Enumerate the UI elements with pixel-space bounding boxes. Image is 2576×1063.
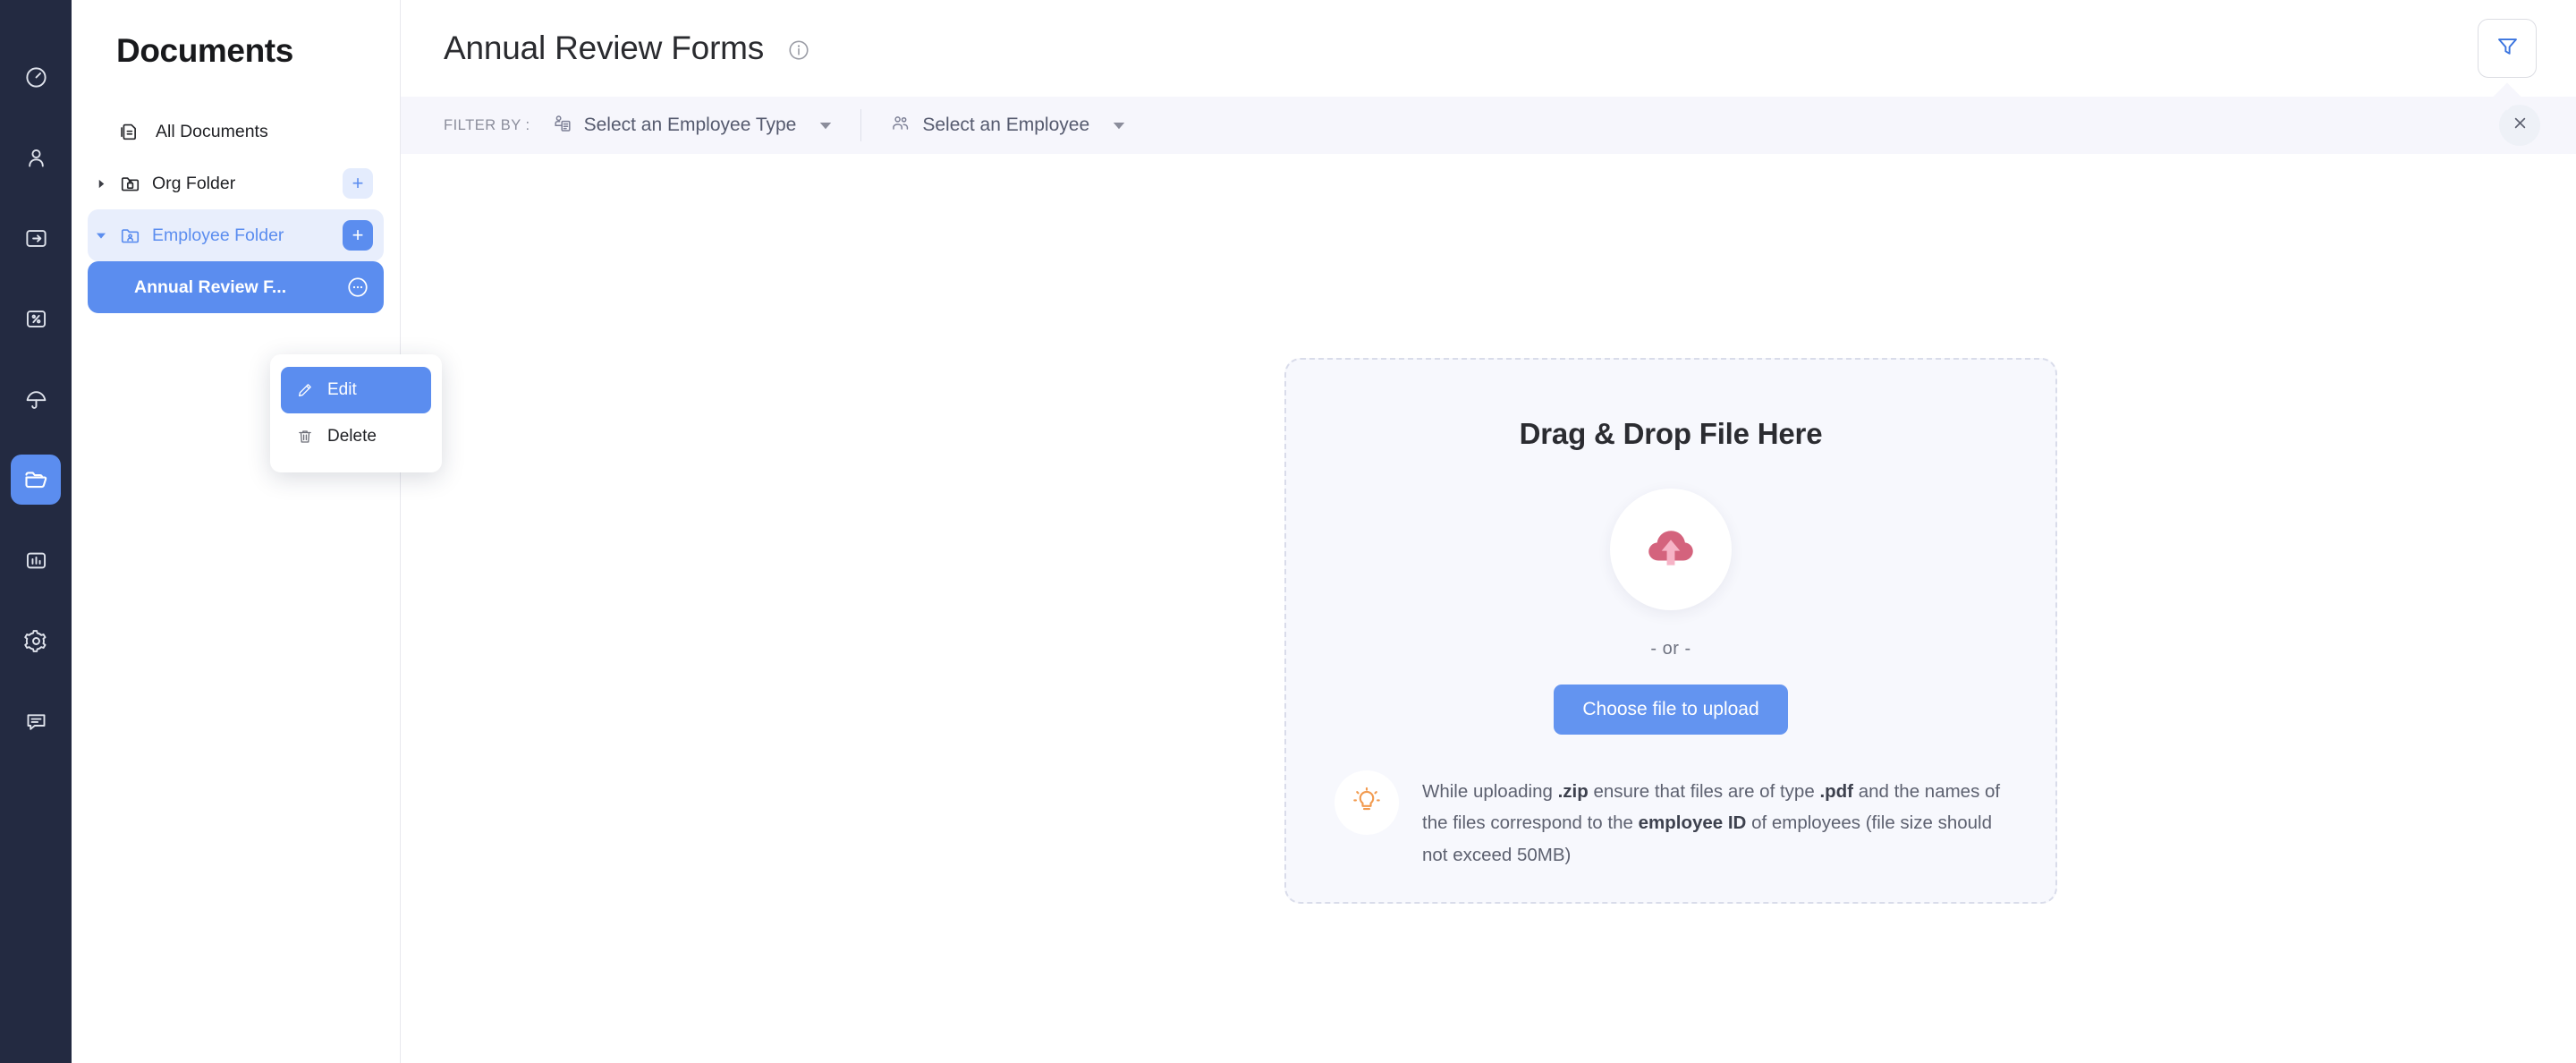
page-title-text: Annual Review Forms [444,30,764,66]
rail-item-documents[interactable] [11,455,61,505]
add-subfolder-button[interactable]: + [343,168,373,199]
sidebar-item-label: Annual Review F... [114,277,343,298]
context-menu-item-delete[interactable]: Delete [281,413,431,460]
upload-hint-text: While uploading .zip ensure that files a… [1422,776,2009,871]
hint-bold-employee-id: employee ID [1639,812,1747,833]
or-separator-label: - or - [1650,639,1690,659]
context-menu-item-label: Edit [327,380,357,400]
upload-hint: While uploading .zip ensure that files a… [1286,776,2055,871]
employee-type-value: Select an Employee Type [584,115,797,136]
rail-item-benefits[interactable] [11,374,61,424]
add-subfolder-button[interactable]: + [343,220,373,251]
reports-icon [24,549,48,573]
employees-group-icon [890,113,911,139]
context-menu-item-label: Delete [327,427,377,446]
lightbulb-badge [1335,770,1399,835]
sidebar-item-label: All Documents [156,122,373,142]
app-root: Documents All Documents [0,0,2576,1063]
filter-bar: FILTER BY : Select an Employee Type [401,97,2576,154]
folder-org-icon [114,173,145,195]
employee-type-icon [552,113,573,139]
rail-item-settings[interactable] [11,616,61,666]
folder-more-options-button[interactable] [343,272,373,302]
sidebar-item-org-folder[interactable]: Org Folder + [88,157,384,209]
cloud-upload-icon [1641,518,1700,582]
pencil-icon [295,381,315,399]
hint-bold-zip: .zip [1558,781,1589,802]
folder-context-menu: Edit Delete [270,354,442,472]
benefits-icon [24,387,48,412]
content-area: Drag & Drop File Here - or - Choose file… [401,154,2576,1063]
gear-icon [24,629,48,653]
filter-toggle-button[interactable] [2478,19,2537,78]
cloud-upload-badge [1610,489,1732,610]
hint-part-2: ensure that files are of type [1589,781,1820,802]
trash-icon [295,428,315,446]
chevron-down-icon[interactable] [819,120,832,132]
chevron-down-icon[interactable] [1113,120,1125,132]
documents-sidebar: Documents All Documents [72,0,401,1063]
hint-part-1: While uploading [1422,781,1558,802]
payroll-icon [24,307,48,331]
rail-item-dashboard[interactable] [11,52,61,102]
employee-select[interactable]: Select an Employee [881,113,1134,139]
chevron-down-icon[interactable] [88,230,114,241]
sidebar-item-label: Org Folder [152,174,343,194]
rail-item-payroll[interactable] [11,293,61,344]
folder-employee-icon [114,225,145,247]
documents-folder-icon [23,467,48,492]
close-filter-bar-button[interactable] [2499,105,2540,146]
page-header: Annual Review Forms [401,0,2576,97]
chevron-right-icon[interactable] [88,179,114,189]
rail-item-messages[interactable] [11,696,61,746]
close-icon [2511,114,2529,137]
filter-by-label: FILTER BY : [444,117,530,134]
employee-value: Select an Employee [922,115,1089,136]
employees-icon [24,146,48,170]
main-panel: Annual Review Forms [401,0,2576,1063]
folder-tree: All Documents Org Folder + [72,106,400,313]
rail-item-onboarding[interactable] [11,213,61,263]
rail-item-reports[interactable] [11,535,61,585]
context-menu-item-edit[interactable]: Edit [281,367,431,413]
sidebar-item-annual-review-forms[interactable]: Annual Review F... [88,261,384,313]
header-actions [2478,19,2537,78]
dropzone-title: Drag & Drop File Here [1520,417,1823,451]
dashboard-icon [24,65,48,89]
sidebar-item-label: Employee Folder [152,225,343,246]
info-circle-icon[interactable] [787,38,810,62]
choose-file-button[interactable]: Choose file to upload [1554,685,1787,735]
funnel-icon [2496,34,2520,63]
filter-divider [860,109,861,141]
documents-stack-icon [114,121,145,143]
onboarding-icon [24,226,48,251]
employee-type-select[interactable]: Select an Employee Type [543,113,842,139]
hint-bold-pdf: .pdf [1819,781,1853,802]
sidebar-title: Documents [72,0,400,70]
icon-rail [0,0,72,1063]
sidebar-item-employee-folder[interactable]: Employee Folder + [88,209,384,261]
lightbulb-icon [1352,786,1382,821]
chat-icon [24,710,48,734]
sidebar-item-all-documents[interactable]: All Documents [88,106,384,157]
page-title: Annual Review Forms [444,30,810,67]
rail-item-employees[interactable] [11,132,61,183]
file-upload-dropzone[interactable]: Drag & Drop File Here - or - Choose file… [1284,358,2057,904]
